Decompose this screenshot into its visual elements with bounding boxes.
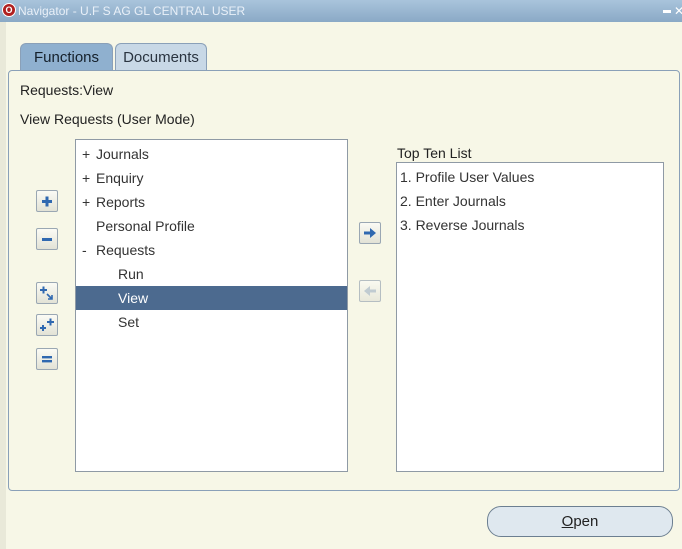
tree-item-view[interactable]: View [76, 286, 347, 310]
open-button-accelerator: O [561, 513, 574, 530]
panel-heading: Requests:View [20, 82, 114, 98]
tree-item-run[interactable]: Run [76, 262, 347, 286]
top-ten-list[interactable]: 1. Profile User Values 2. Enter Journals… [396, 162, 664, 472]
tree-item-requests[interactable]: - Requests [76, 238, 347, 262]
tab-documents[interactable]: Documents [115, 43, 207, 70]
collapse-icon [42, 238, 52, 241]
tree-item-set[interactable]: Set [76, 310, 347, 334]
expand-button[interactable] [36, 190, 58, 212]
arrow-right-icon [364, 228, 376, 238]
top-ten-item[interactable]: 2. Enter Journals [397, 189, 663, 213]
tree-item-reports[interactable]: + Reports [76, 190, 347, 214]
add-to-top-ten-button[interactable] [359, 222, 381, 244]
top-ten-item[interactable]: 3. Reverse Journals [397, 213, 663, 237]
expand-branch-button[interactable] [36, 282, 58, 304]
oracle-logo-icon: O [2, 3, 16, 17]
remove-from-top-ten-button[interactable] [359, 280, 381, 302]
panel-subheading: View Requests (User Mode) [20, 111, 195, 127]
navigator-tree[interactable]: + Journals + Enquiry + Reports Personal Pro… [75, 139, 348, 472]
expand-icon [42, 196, 52, 207]
collapse-all-button[interactable] [36, 348, 58, 370]
collapse-button[interactable] [36, 228, 58, 250]
window-border [0, 22, 6, 549]
collapse-all-icon [42, 356, 52, 363]
minimize-icon[interactable] [663, 10, 671, 13]
title-bar: O Navigator - U.F S AG GL CENTRAL USER ✕ [0, 0, 682, 22]
tree-item-journals[interactable]: + Journals [76, 142, 347, 166]
close-icon[interactable]: ✕ [674, 4, 682, 18]
tree-item-enquiry[interactable]: + Enquiry [76, 166, 347, 190]
arrow-left-icon [364, 286, 376, 296]
open-button-label: pen [573, 513, 599, 530]
expand-all-icon [40, 318, 54, 331]
tab-functions[interactable]: Functions [20, 43, 113, 70]
expand-all-button[interactable] [36, 314, 58, 336]
top-ten-title: Top Ten List [397, 145, 472, 161]
tree-item-personal-profile[interactable]: Personal Profile [76, 214, 347, 238]
open-button[interactable]: Open [487, 506, 673, 537]
window-title: Navigator - U.F S AG GL CENTRAL USER [18, 4, 246, 18]
top-ten-item[interactable]: 1. Profile User Values [397, 165, 663, 189]
expand-branch-icon [40, 286, 53, 300]
